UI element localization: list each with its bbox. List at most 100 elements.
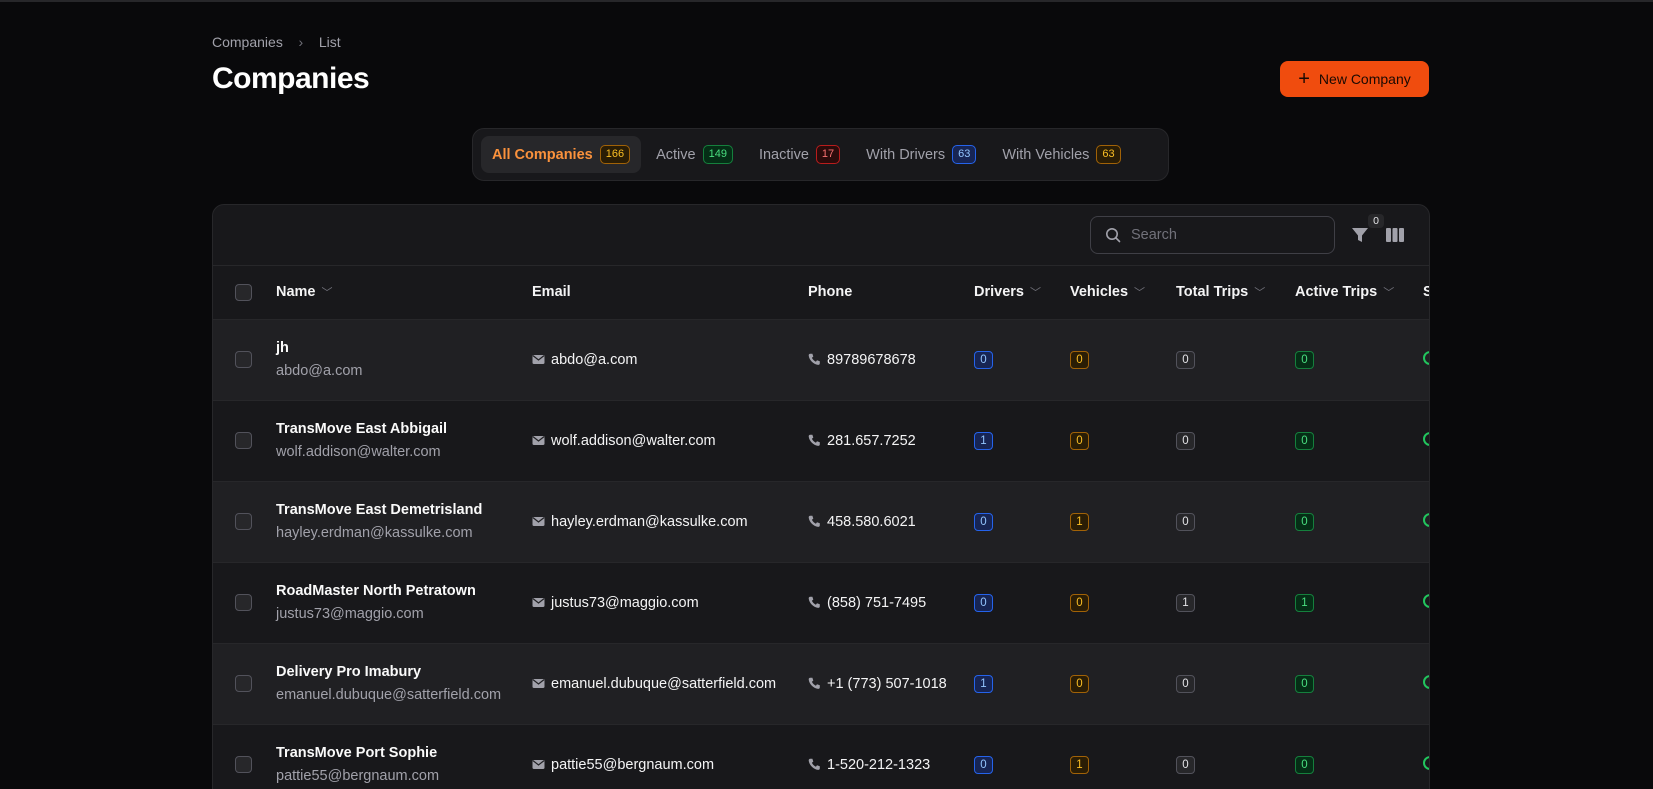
tab-with-vehicles[interactable]: With Vehicles 63	[991, 136, 1131, 173]
filter-count-badge: 0	[1368, 214, 1384, 228]
email-cell: hayley.erdman@kassulke.com	[532, 481, 808, 562]
row-checkbox[interactable]	[235, 675, 252, 692]
table-toolbar: 0	[213, 205, 1429, 266]
phone-value: 458.580.6021	[827, 513, 916, 530]
vehicles-badge: 0	[1070, 350, 1089, 369]
company-sub-email: emanuel.dubuque@satterfield.com	[276, 687, 502, 703]
active-trips-badge: 0	[1295, 350, 1314, 369]
tab-all-companies[interactable]: All Companies 166	[481, 136, 642, 173]
plus-icon: +	[1298, 68, 1310, 90]
column-header-status[interactable]: S	[1423, 266, 1429, 319]
drivers-badge: 0	[974, 755, 993, 774]
phone-icon	[808, 596, 820, 608]
filter-icon[interactable]	[1350, 225, 1370, 245]
row-checkbox[interactable]	[235, 351, 252, 368]
table-header-row: Name ﹀ Email Phone Drivers ﹀ Vehicles ﹀ Tot…	[213, 266, 1429, 319]
company-name-cell: TransMove East Demetrisland hayley.erdman…	[276, 481, 532, 562]
mail-icon	[532, 760, 545, 769]
email-cell: pattie55@bergnaum.com	[532, 724, 808, 789]
company-name-cell: jh abdo@a.com	[276, 319, 532, 400]
email-cell: abdo@a.com	[532, 319, 808, 400]
tab-label: Active	[656, 146, 696, 163]
breadcrumb-parent[interactable]: Companies	[212, 34, 283, 50]
active-trips-badge: 0	[1295, 512, 1314, 531]
phone-cell: 458.580.6021	[808, 481, 974, 562]
mail-icon	[532, 679, 545, 688]
column-header-phone: Phone	[808, 284, 853, 301]
company-sub-email: justus73@maggio.com	[276, 606, 424, 622]
company-name: RoadMaster North Petratown	[276, 583, 476, 599]
active-trips-badge: 0	[1295, 674, 1314, 693]
table-row[interactable]: TransMove East Abbigail wolf.addison@walt…	[213, 400, 1429, 481]
tab-with-drivers[interactable]: With Drivers 63	[855, 136, 987, 173]
phone-icon	[808, 353, 820, 365]
email-value: pattie55@bergnaum.com	[551, 756, 715, 773]
column-header-active-trips[interactable]: Active Trips ﹀	[1295, 266, 1423, 319]
breadcrumb: Companies › List	[212, 34, 341, 50]
email-value: hayley.erdman@kassulke.com	[551, 513, 748, 530]
status-icon	[1423, 350, 1429, 365]
column-header-email: Email	[532, 284, 571, 301]
row-checkbox[interactable]	[235, 594, 252, 611]
table-row[interactable]: jh abdo@a.com abdo@a.com 89789678678 0 0 0 0	[213, 319, 1429, 400]
vehicles-badge: 0	[1070, 593, 1089, 612]
column-header-drivers[interactable]: Drivers ﹀	[974, 266, 1070, 319]
column-header-name[interactable]: Name ﹀	[276, 266, 532, 319]
new-company-button[interactable]: + New Company	[1280, 61, 1429, 97]
tab-inactive[interactable]: Inactive 17	[748, 136, 851, 173]
company-name: TransMove Port Sophie	[276, 745, 438, 761]
tab-count-badge: 17	[815, 144, 841, 165]
company-name-cell: TransMove Port Sophie pattie55@bergnaum.c…	[276, 724, 532, 789]
companies-table: Name ﹀ Email Phone Drivers ﹀ Vehicles ﹀ Tot…	[213, 266, 1429, 789]
row-checkbox[interactable]	[235, 756, 252, 773]
total-trips-badge: 0	[1176, 512, 1195, 531]
status-icon	[1423, 674, 1429, 689]
search-box	[1090, 216, 1335, 254]
company-sub-email: pattie55@bergnaum.com	[276, 768, 440, 784]
company-name-cell: RoadMaster North Petratown justus73@maggi…	[276, 562, 532, 643]
vehicles-badge: 0	[1070, 431, 1089, 450]
mail-icon	[532, 517, 545, 526]
total-trips-badge: 0	[1176, 350, 1195, 369]
phone-cell: +1 (773) 507-1018	[808, 643, 974, 724]
tab-active[interactable]: Active 149	[645, 136, 744, 173]
table-row[interactable]: Delivery Pro Imabury emanuel.dubuque@satt…	[213, 643, 1429, 724]
filter-tabs: All Companies 166 Active 149 Inactive 17…	[472, 128, 1169, 181]
chevron-down-icon: ﹀	[1134, 287, 1146, 300]
email-value: justus73@maggio.com	[551, 594, 699, 611]
phone-value: (858) 751-7495	[827, 594, 927, 611]
chevron-down-icon: ﹀	[1254, 287, 1266, 300]
company-name: TransMove East Demetrisland	[276, 502, 483, 518]
table-row[interactable]: RoadMaster North Petratown justus73@maggi…	[213, 562, 1429, 643]
vehicles-badge: 1	[1070, 512, 1089, 531]
drivers-badge: 0	[974, 593, 993, 612]
search-input[interactable]	[1131, 227, 1311, 243]
column-header-total-trips[interactable]: Total Trips ﹀	[1176, 266, 1295, 319]
phone-icon	[808, 677, 820, 689]
chevron-down-icon: ﹀	[1029, 287, 1041, 300]
tab-count-badge: 149	[702, 144, 733, 165]
company-name-cell: Delivery Pro Imabury emanuel.dubuque@satt…	[276, 643, 532, 724]
email-value: emanuel.dubuque@satterfield.com	[551, 675, 777, 692]
row-checkbox[interactable]	[235, 513, 252, 530]
tab-label: With Drivers	[866, 146, 946, 163]
drivers-badge: 0	[974, 512, 993, 531]
columns-icon[interactable]	[1385, 225, 1405, 245]
email-value: abdo@a.com	[551, 351, 638, 368]
email-cell: wolf.addison@walter.com	[532, 400, 808, 481]
select-all-checkbox[interactable]	[235, 283, 252, 301]
table-row[interactable]: TransMove Port Sophie pattie55@bergnaum.c…	[213, 724, 1429, 789]
column-header-vehicles[interactable]: Vehicles ﹀	[1070, 266, 1176, 319]
row-checkbox[interactable]	[235, 432, 252, 449]
total-trips-badge: 0	[1176, 674, 1195, 693]
chevron-down-icon: ﹀	[1383, 287, 1395, 300]
active-trips-badge: 0	[1295, 431, 1314, 450]
mail-icon	[532, 598, 545, 607]
phone-icon	[808, 758, 820, 770]
table-row[interactable]: TransMove East Demetrisland hayley.erdman…	[213, 481, 1429, 562]
tab-label: With Vehicles	[1002, 146, 1090, 163]
companies-table-card: 0 Name﹀ Email Phone Drivers﹀ Vehicles﹀ T…	[212, 204, 1430, 789]
email-cell: emanuel.dubuque@satterfield.com	[532, 643, 808, 724]
phone-value: 1-520-212-1323	[827, 756, 931, 773]
search-icon	[1106, 228, 1121, 243]
